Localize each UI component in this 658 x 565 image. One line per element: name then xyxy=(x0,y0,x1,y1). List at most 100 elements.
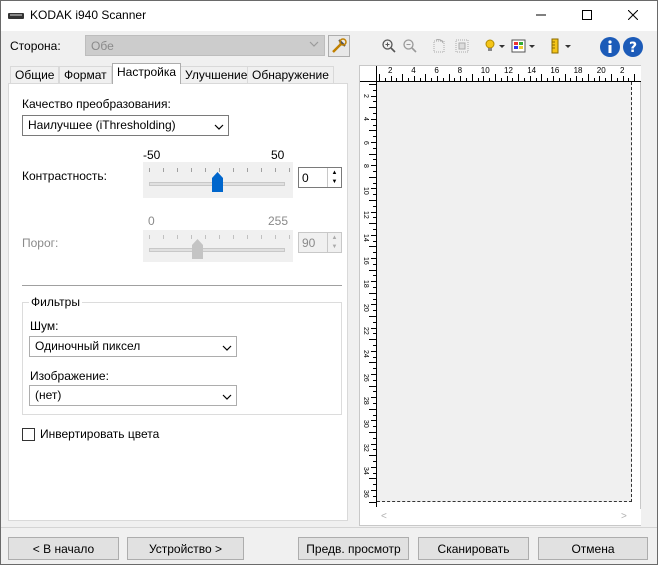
scan-button[interactable]: Сканировать xyxy=(418,537,529,560)
ruler-top-tick xyxy=(466,78,467,81)
rotate-icon xyxy=(433,39,445,53)
threshold-slider-thumb[interactable] xyxy=(191,239,203,259)
ruler-left-tick xyxy=(373,321,376,323)
ruler-left-tick xyxy=(373,426,376,428)
ruler-top-tick xyxy=(512,78,514,81)
crop-icon xyxy=(455,39,469,53)
ruler-left-tick xyxy=(371,118,376,120)
maximize-icon xyxy=(582,10,592,20)
tab-detection[interactable]: Обнаружение xyxy=(247,66,334,83)
lightbulb-icon xyxy=(485,39,505,51)
image-filter-select[interactable]: (нет) xyxy=(29,385,237,406)
color-preview-menu-button[interactable] xyxy=(510,35,538,57)
ruler-left-tick xyxy=(371,258,376,259)
tab-setup[interactable]: Настройка xyxy=(112,63,182,84)
contrast-spinbox[interactable]: 0 ▲ ▼ xyxy=(298,167,342,188)
spin-down-icon[interactable]: ▼ xyxy=(328,177,341,186)
maximize-button[interactable] xyxy=(564,0,610,30)
invert-colors-label: Инвертировать цвета xyxy=(40,427,160,441)
ruler-top-tick xyxy=(634,74,636,81)
divider xyxy=(22,285,342,286)
threshold-min-label: 0 xyxy=(148,214,155,228)
ruler-left-tick xyxy=(369,478,376,480)
ruler-top: 2 4 6 8 10 12 14 16 18 20 2 xyxy=(377,66,641,82)
tab-format[interactable]: Формат xyxy=(59,66,112,83)
ruler-top-tick xyxy=(437,76,438,81)
ruler-top-label: 16 xyxy=(550,66,560,75)
conversion-quality-select[interactable]: Наилучшее (iThresholding) xyxy=(22,115,229,136)
crop-button[interactable] xyxy=(451,35,473,57)
ruler-left-tick xyxy=(371,165,376,167)
ruler-top-tick xyxy=(547,78,549,81)
ruler-left-label: 14 xyxy=(362,233,369,242)
scroll-left-icon[interactable]: < xyxy=(381,511,387,522)
ruler-left-tick xyxy=(373,194,376,196)
ruler-top-tick xyxy=(448,74,450,81)
ruler-top-tick xyxy=(564,74,566,81)
ruler-left-tick xyxy=(373,171,376,172)
rotate-button[interactable] xyxy=(428,35,450,57)
ruler-left-tick xyxy=(369,432,376,433)
zoom-out-button[interactable] xyxy=(399,35,421,57)
threshold-spinbox[interactable]: 90 ▲ ▼ xyxy=(298,232,342,253)
ruler-left-tick xyxy=(373,159,376,161)
ruler-top-tick xyxy=(454,78,456,81)
invert-colors-checkbox[interactable] xyxy=(22,428,35,441)
spin-up-icon[interactable]: ▲ xyxy=(328,233,341,242)
contrast-slider[interactable] xyxy=(143,162,293,198)
image-filter-label: Изображение: xyxy=(30,369,109,383)
minimize-button[interactable] xyxy=(518,0,564,30)
spin-up-icon[interactable]: ▲ xyxy=(328,168,341,177)
ruler-left-tick xyxy=(369,339,376,341)
ruler-top-tick xyxy=(483,76,485,81)
threshold-max-label: 255 xyxy=(268,214,289,228)
preview-button[interactable]: Предв. просмотр xyxy=(298,537,409,560)
contrast-slider-thumb[interactable] xyxy=(211,172,223,192)
ruler-left-label: 8 xyxy=(362,163,369,168)
ruler-left-tick xyxy=(373,89,376,91)
noise-select[interactable]: Одиночный пиксел xyxy=(29,336,237,357)
ruler-top-tick xyxy=(460,76,462,81)
close-icon xyxy=(628,10,638,20)
ruler-top-tick xyxy=(413,76,415,81)
device-button[interactable]: Устройство > xyxy=(127,537,244,560)
side-select[interactable]: Обе xyxy=(85,35,325,56)
close-button[interactable] xyxy=(610,0,656,30)
ruler-top-tick xyxy=(576,76,578,81)
zoom-in-button[interactable] xyxy=(378,35,400,57)
ruler-left-tick xyxy=(371,211,376,213)
threshold-slider[interactable] xyxy=(143,230,293,262)
highlight-menu-button[interactable] xyxy=(482,35,508,57)
ruler-left-tick xyxy=(369,455,376,457)
spin-down-icon[interactable]: ▼ xyxy=(328,242,341,251)
preview-canvas[interactable] xyxy=(377,82,632,502)
scroll-right-icon[interactable]: > xyxy=(621,511,627,522)
ruler-left-tick xyxy=(373,298,376,300)
ruler-left-tick xyxy=(369,316,376,317)
ruler-top-tick xyxy=(471,74,473,81)
help-button[interactable]: ? xyxy=(621,35,645,59)
ruler-menu-button[interactable] xyxy=(548,35,574,57)
ruler-left-tick xyxy=(369,176,376,178)
ruler-top-label: 4 xyxy=(411,66,416,75)
info-button[interactable] xyxy=(598,35,622,59)
tab-general[interactable]: Общие xyxy=(10,66,60,83)
ruler-top-tick xyxy=(402,74,404,81)
conversion-quality-value: Наилучшее (iThresholding) xyxy=(28,118,176,132)
ruler-top-tick xyxy=(390,76,392,81)
ruler-top-tick xyxy=(622,76,624,81)
ruler-left-tick xyxy=(373,217,376,219)
ruler-top-label: 6 xyxy=(434,66,439,75)
contrast-max-label: 50 xyxy=(271,148,285,162)
ruler-top-tick xyxy=(518,74,520,81)
tab-enhancement[interactable]: Улучшение xyxy=(180,66,253,83)
ruler-top-label: 8 xyxy=(457,66,463,75)
ruler-left-tick xyxy=(373,368,376,370)
home-button[interactable]: < В начало xyxy=(8,537,119,560)
ruler-top-tick xyxy=(489,78,491,81)
cancel-button[interactable]: Отмена xyxy=(538,537,648,560)
minimize-icon xyxy=(536,14,546,16)
settings-tools-button[interactable] xyxy=(328,35,350,57)
ruler-left-label: 2 xyxy=(362,94,369,98)
horizontal-scrollbar[interactable]: < > xyxy=(377,509,641,525)
